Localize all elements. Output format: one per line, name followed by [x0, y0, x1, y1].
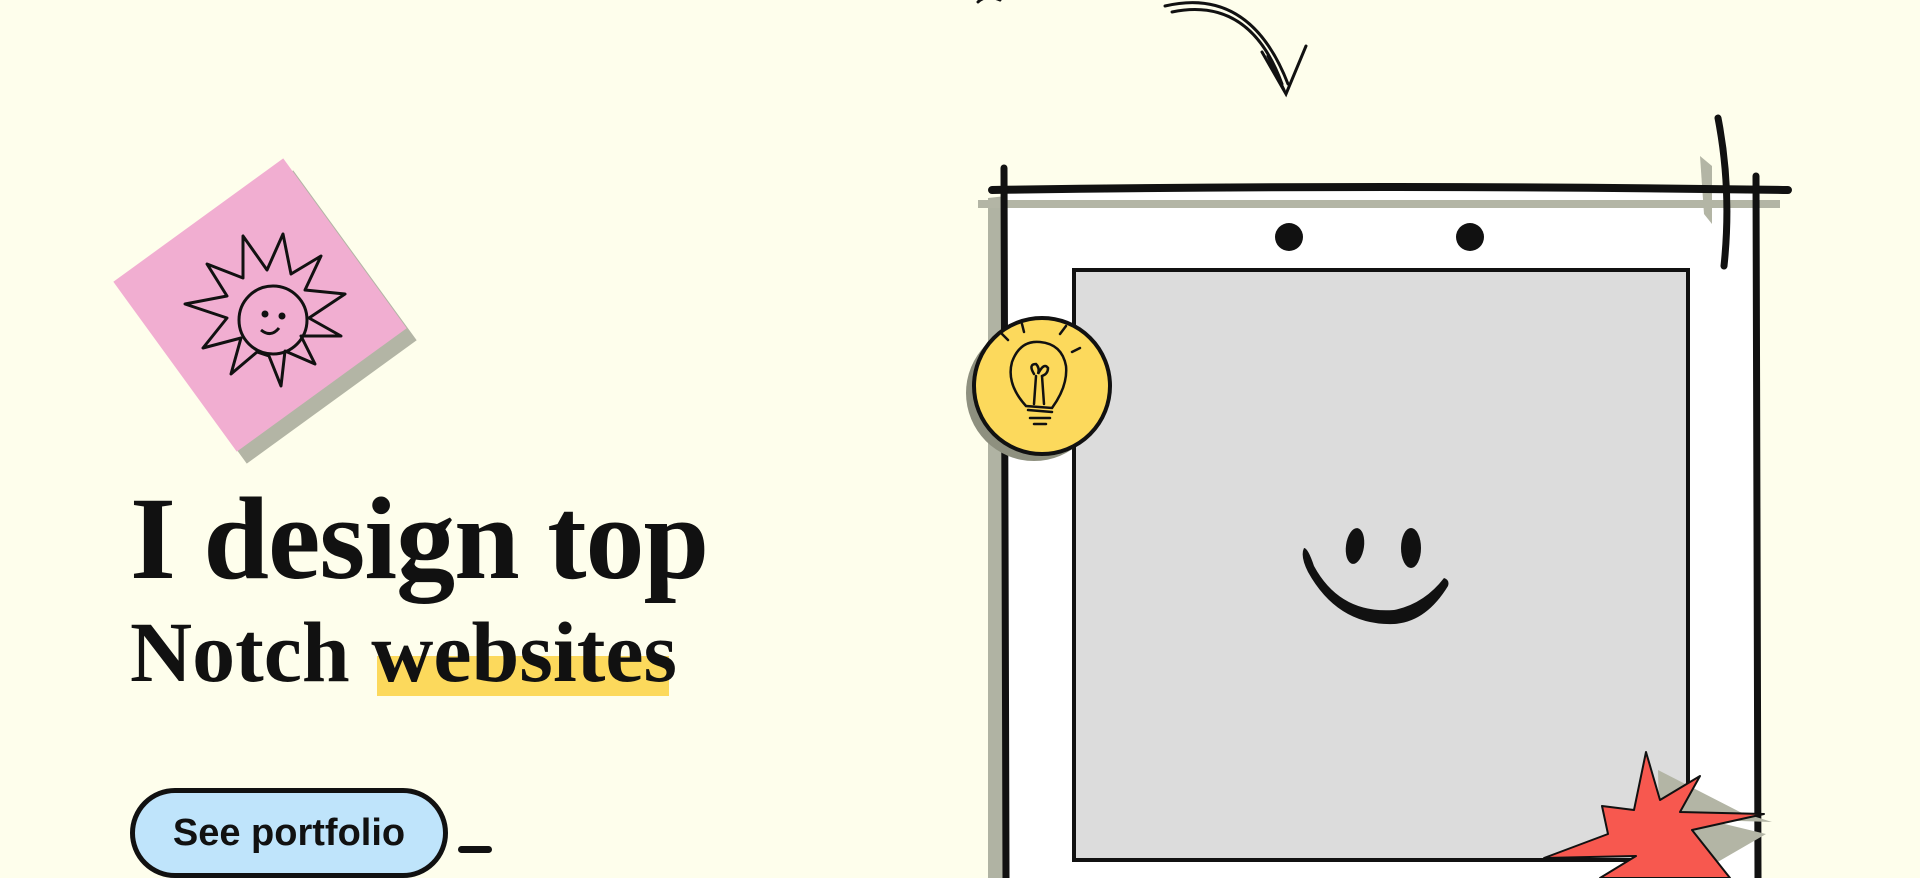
headline-highlight: websites [371, 604, 677, 700]
hero-illustration [966, 0, 1792, 878]
curved-arrow-icon [976, 0, 1308, 98]
pin-dot-right [1456, 223, 1484, 251]
headline-highlight-text: websites [371, 604, 677, 700]
polaroid-frame [978, 114, 1792, 878]
pin-dot-left [1275, 223, 1303, 251]
